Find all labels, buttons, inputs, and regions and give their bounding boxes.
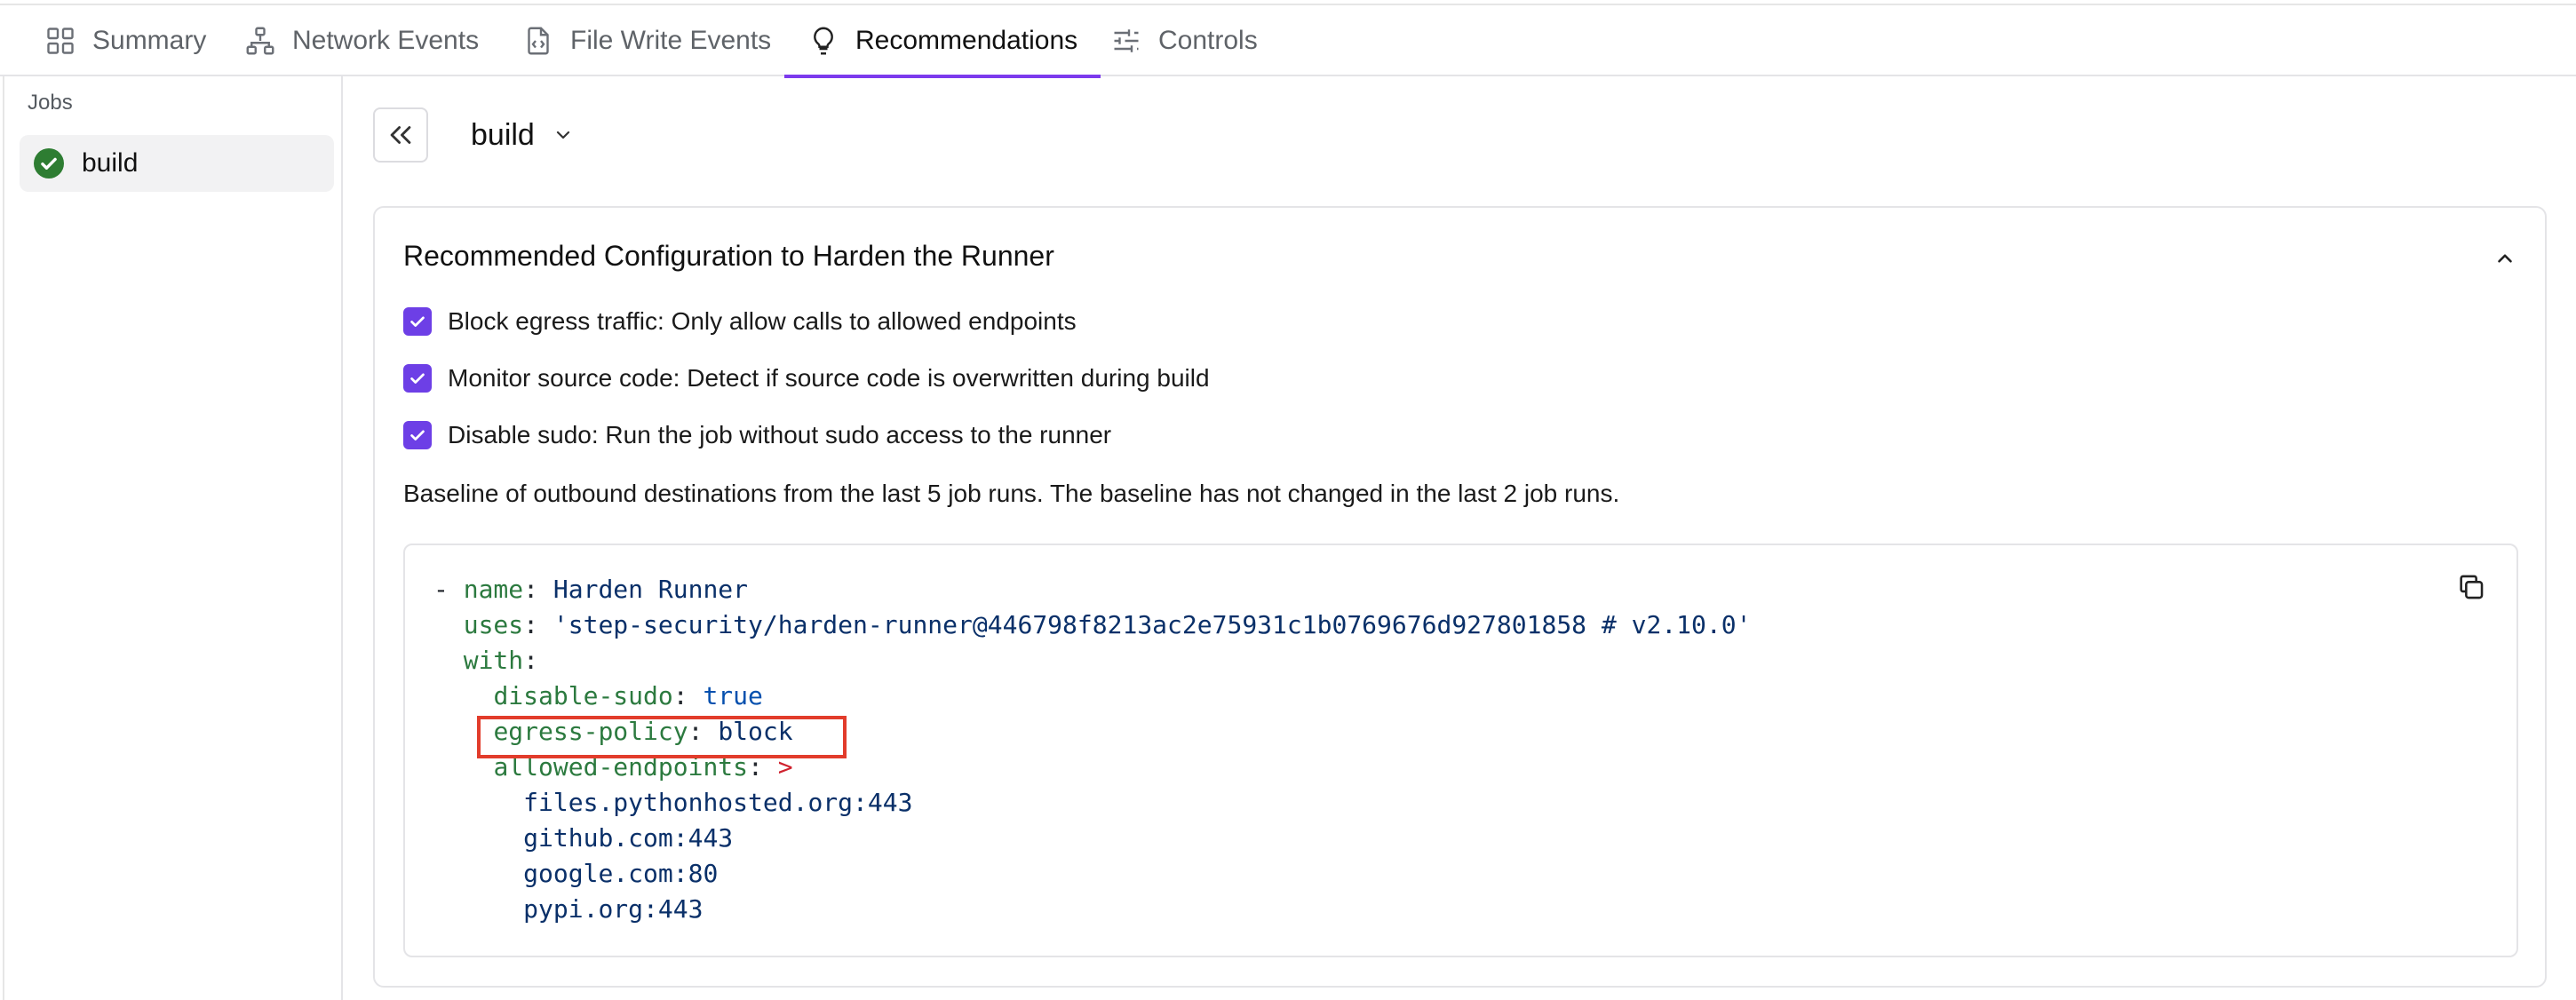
code-block: - name: Harden Runner uses: 'step-securi… (403, 544, 2518, 957)
job-label: build (82, 148, 139, 178)
tab-summary[interactable]: Summary (44, 5, 206, 76)
check-icon (410, 316, 425, 327)
code-line-endpoint: pypi.org:443 (523, 894, 704, 924)
option-disable-sudo: Disable sudo: Run the job without sudo a… (403, 417, 1111, 453)
collapse-sidebar-button[interactable] (373, 107, 428, 163)
jobs-heading: Jobs (28, 91, 73, 115)
code-line-uses: uses: 'step-security/harden-runner@44679… (463, 610, 1752, 639)
tab-controls[interactable]: Controls (1110, 5, 1258, 76)
tab-label: Summary (92, 26, 207, 55)
job-selector-label: build (471, 117, 535, 152)
copy-icon[interactable] (2456, 572, 2486, 602)
code-line-name: - name: Harden Runner (433, 575, 749, 604)
file-code-icon (528, 27, 549, 55)
checkbox-disable-sudo[interactable] (403, 421, 432, 449)
tab-label: Network Events (292, 26, 480, 55)
tab-label: Controls (1158, 26, 1258, 55)
sidebar-item-build[interactable]: build (20, 135, 334, 192)
code-line-disable-sudo: disable-sudo: true (493, 681, 763, 710)
checkbox-monitor-source[interactable] (403, 364, 432, 393)
tab-bar: Summary Network Events File Write Events… (0, 5, 2576, 78)
network-icon (246, 27, 274, 55)
option-block-egress: Block egress traffic: Only allow calls t… (403, 304, 1077, 339)
option-label: Block egress traffic: Only allow calls t… (448, 307, 1077, 335)
tab-file-write-events[interactable]: File Write Events (522, 5, 771, 76)
tab-label: File Write Events (570, 26, 772, 55)
check-icon (410, 373, 425, 384)
tab-recommendations[interactable]: Recommendations (784, 5, 1101, 78)
grid-icon (47, 28, 74, 54)
tab-label: Recommendations (855, 26, 1078, 55)
lightbulb-icon (814, 27, 833, 55)
code-line-endpoint: files.pythonhosted.org:443 (523, 788, 913, 817)
option-label: Monitor source code: Detect if source co… (448, 364, 1210, 392)
card-title: Recommended Configuration to Harden the … (403, 240, 1054, 272)
chevron-up-icon[interactable] (2493, 247, 2516, 270)
check-icon (410, 430, 425, 440)
code-line-endpoint: google.com:80 (523, 859, 719, 888)
chevrons-left-icon (390, 126, 411, 144)
option-monitor-source: Monitor source code: Detect if source co… (403, 361, 1210, 396)
egress-policy-highlight (477, 716, 847, 758)
job-selector[interactable]: build (471, 112, 574, 158)
sliders-icon (1114, 29, 1139, 52)
code-line-with: with: (463, 646, 539, 675)
success-check-icon (34, 148, 64, 179)
jobs-sidebar: Jobs build (3, 76, 343, 1000)
recommendation-card: Recommended Configuration to Harden the … (373, 206, 2547, 988)
tab-network-events[interactable]: Network Events (244, 5, 479, 76)
baseline-text: Baseline of outbound destinations from t… (403, 480, 1620, 507)
option-label: Disable sudo: Run the job without sudo a… (448, 421, 1112, 448)
code-line-endpoint: github.com:443 (523, 823, 734, 853)
checkbox-block-egress[interactable] (403, 307, 432, 336)
chevron-down-icon (556, 131, 569, 139)
